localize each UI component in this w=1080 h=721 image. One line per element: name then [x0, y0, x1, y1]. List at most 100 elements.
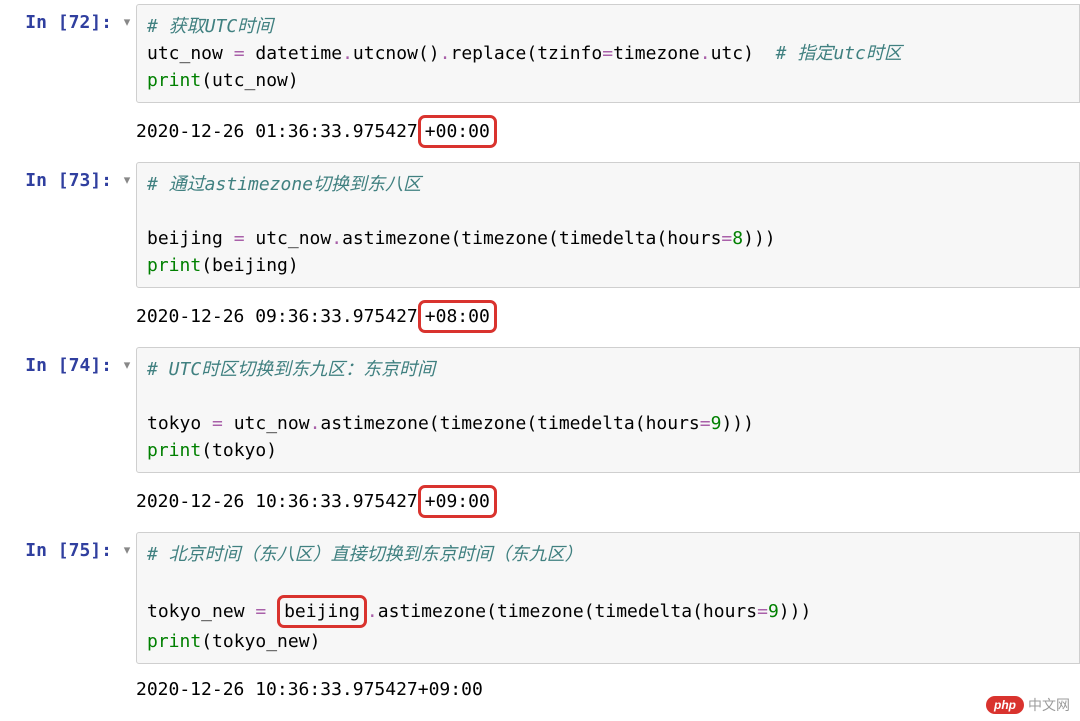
chevron-down-icon: ▾: [124, 542, 131, 557]
cell-collapser[interactable]: ▾: [118, 532, 136, 558]
prompt-label: In [: [25, 170, 68, 191]
prompt-suffix: ]:: [90, 170, 112, 191]
code-token: beijing: [212, 255, 288, 276]
output-text: 2020-12-26 09:36:33.975427+08:00: [136, 296, 1080, 343]
input-row: In [73]: ▾ # 通过astimezone切换到东八区 beijing …: [0, 162, 1080, 288]
code-token: datetime: [255, 43, 342, 64]
code-token: astimezone: [378, 601, 486, 622]
code-token: ): [288, 255, 299, 276]
chevron-down-icon: ▾: [124, 357, 131, 372]
cell-collapser[interactable]: ▾: [118, 4, 136, 30]
code-token: (: [201, 631, 212, 652]
code-token: print: [147, 440, 201, 461]
prompt-label: In [: [25, 355, 68, 376]
code-token: tzinfo: [537, 43, 602, 64]
prompt-label: In [: [25, 12, 68, 33]
cell-collapser[interactable]: ▾: [118, 347, 136, 373]
input-prompt: In [72]:: [0, 4, 118, 33]
code-token: ))): [779, 601, 812, 622]
code-token: .: [342, 43, 353, 64]
output-collapser[interactable]: [118, 111, 136, 121]
code-token: =: [201, 413, 234, 434]
output-prompt: [0, 111, 118, 119]
output-text-part: 2020-12-26 10:36:33.975427: [136, 491, 418, 512]
prompt-suffix: ]:: [90, 355, 112, 376]
output-row: 2020-12-26 10:36:33.975427+09:00: [0, 672, 1080, 713]
code-token: ): [288, 70, 299, 91]
output-collapser[interactable]: [118, 296, 136, 306]
chevron-down-icon: ▾: [124, 172, 131, 187]
code-token: (: [486, 601, 497, 622]
code-token: timezone: [461, 228, 548, 249]
code-token: ): [266, 440, 277, 461]
code-token: (): [418, 43, 440, 64]
code-token: beijing: [147, 228, 223, 249]
input-prompt: In [73]:: [0, 162, 118, 191]
code-comment: # 获取UTC时间: [147, 16, 273, 37]
code-token: (: [526, 413, 537, 434]
code-token: (: [692, 601, 703, 622]
code-token: print: [147, 70, 201, 91]
output-text-part: 2020-12-26 09:36:33.975427: [136, 306, 418, 327]
code-token: tokyo_new: [147, 601, 245, 622]
code-comment: # UTC时区切换到东九区：东京时间: [147, 359, 435, 380]
code-input[interactable]: # 获取UTC时间 utc_now = datetime.utcnow().re…: [136, 4, 1080, 103]
code-token: hours: [667, 228, 721, 249]
prompt-number: 74: [69, 355, 91, 376]
output-prompt: [0, 296, 118, 304]
code-token: timezone: [440, 413, 527, 434]
output-text: 2020-12-26 01:36:33.975427+00:00: [136, 111, 1080, 158]
code-token: (: [584, 601, 595, 622]
code-token: ))): [743, 228, 776, 249]
code-token: tokyo: [147, 413, 201, 434]
code-token: (: [656, 228, 667, 249]
code-token: ))): [721, 413, 754, 434]
code-input[interactable]: # 北京时间（东八区）直接切换到东京时间（东九区） tokyo_new = be…: [136, 532, 1080, 664]
code-token: (: [450, 228, 461, 249]
code-token: utcnow: [353, 43, 418, 64]
output-collapser[interactable]: [118, 672, 136, 682]
input-row: In [74]: ▾ # UTC时区切换到东九区：东京时间 tokyo = ut…: [0, 347, 1080, 473]
code-token: timedelta: [559, 228, 657, 249]
output-text-part: 2020-12-26 01:36:33.975427: [136, 121, 418, 142]
code-token: 9: [768, 601, 779, 622]
code-token: utc_now: [255, 228, 331, 249]
output-text: 2020-12-26 10:36:33.975427+09:00: [136, 481, 1080, 528]
code-token: (: [526, 43, 537, 64]
code-input[interactable]: # 通过astimezone切换到东八区 beijing = utc_now.a…: [136, 162, 1080, 288]
code-token: .: [331, 228, 342, 249]
code-token: utc_now: [212, 70, 288, 91]
code-token: (: [201, 440, 212, 461]
code-token: (: [429, 413, 440, 434]
code-token: =: [700, 413, 711, 434]
code-token: astimezone: [342, 228, 450, 249]
highlighted-output: +00:00: [418, 115, 497, 148]
code-token: 8: [732, 228, 743, 249]
code-token: astimezone: [320, 413, 428, 434]
code-token: tokyo_new: [212, 631, 310, 652]
code-token: replace: [450, 43, 526, 64]
code-token: ): [743, 43, 754, 64]
code-token: hours: [646, 413, 700, 434]
cell-collapser[interactable]: ▾: [118, 162, 136, 188]
input-prompt: In [74]:: [0, 347, 118, 376]
code-token: (: [548, 228, 559, 249]
code-token: .: [310, 413, 321, 434]
highlighted-output: +08:00: [418, 300, 497, 333]
notebook-cell: In [73]: ▾ # 通过astimezone切换到东八区 beijing …: [0, 162, 1080, 343]
code-token: =: [602, 43, 613, 64]
code-token: hours: [703, 601, 757, 622]
code-token: =: [757, 601, 768, 622]
watermark: php 中文网: [986, 695, 1070, 715]
code-token: print: [147, 255, 201, 276]
output-collapser[interactable]: [118, 481, 136, 491]
code-token: timedelta: [595, 601, 693, 622]
code-input[interactable]: # UTC时区切换到东九区：东京时间 tokyo = utc_now.astim…: [136, 347, 1080, 473]
code-token: (: [201, 255, 212, 276]
output-prompt: [0, 481, 118, 489]
code-token: tokyo: [212, 440, 266, 461]
chevron-down-icon: ▾: [124, 14, 131, 29]
output-prompt: [0, 672, 118, 680]
watermark-text: 中文网: [1028, 695, 1070, 715]
input-prompt: In [75]:: [0, 532, 118, 561]
